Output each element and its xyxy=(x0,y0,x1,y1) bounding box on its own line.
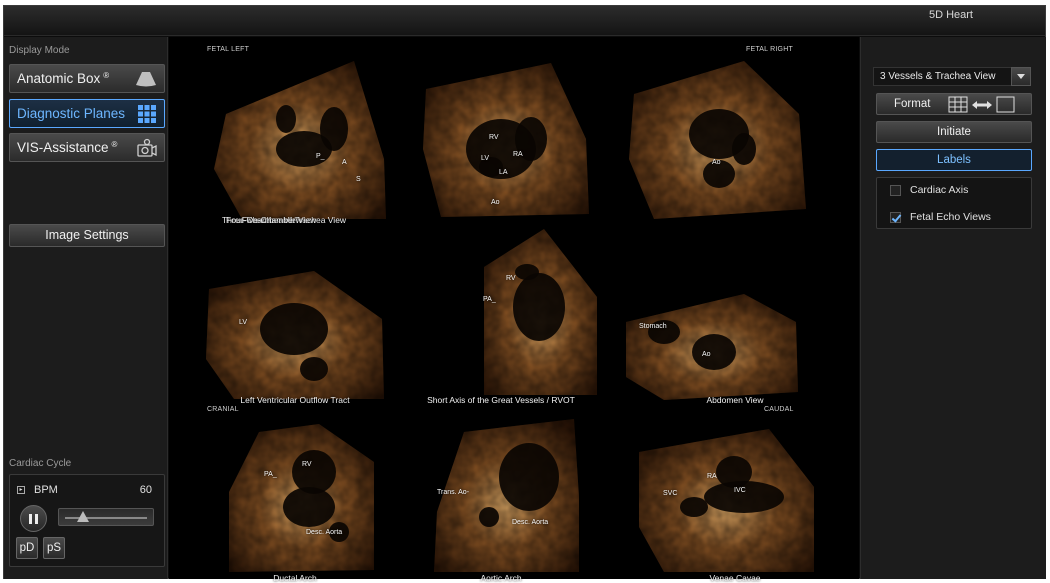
right-panel: 3 Vessels & Trachea View Format Initiate… xyxy=(860,37,1046,579)
ultrasound-image xyxy=(229,424,374,572)
app-window: 5D Heart Display Mode Anatomic Box ® Diag… xyxy=(3,5,1046,583)
cardiac-axis-option[interactable]: Cardiac Axis xyxy=(890,184,968,196)
title-bar: 5D Heart xyxy=(4,6,1045,36)
view-caption: Venae Cavae xyxy=(709,573,761,583)
anatomy-label: P_ xyxy=(316,153,325,160)
display-mode-label: Display Mode xyxy=(9,45,70,56)
mode-label: VIS-Assistance xyxy=(17,140,109,155)
pd-button[interactable]: pD xyxy=(16,537,38,559)
format-label: Format xyxy=(894,98,931,110)
anatomy-label: RV xyxy=(302,461,312,468)
ultrasound-fan-icon xyxy=(135,69,157,92)
fetal-left-label: FETAL LEFT xyxy=(207,46,250,53)
ps-button[interactable]: pS xyxy=(43,537,65,559)
ultrasound-pane[interactable] xyxy=(634,427,819,572)
mode-label: Anatomic Box xyxy=(17,71,101,86)
anatomy-label: Desc. Aorta xyxy=(306,529,343,536)
anatomy-label: RV xyxy=(489,134,499,141)
fetal-echo-option[interactable]: Fetal Echo Views xyxy=(890,211,991,223)
anatomy-label: S xyxy=(356,176,361,183)
camera-gear-icon xyxy=(135,138,157,162)
anatomy-label: LV xyxy=(239,319,248,326)
app-title: 5D Heart xyxy=(928,9,973,21)
ultrasound-pane[interactable] xyxy=(204,59,386,219)
bpm-label: BPM xyxy=(34,484,58,496)
view-caption: Aortic Arch xyxy=(480,573,522,583)
view-caption: Ductal Arch xyxy=(273,573,317,583)
cardiac-axis-checkbox[interactable] xyxy=(890,184,901,196)
anatomy-label: PA_ xyxy=(483,296,496,303)
ultrasound-image xyxy=(626,294,798,400)
single-layout-icon xyxy=(996,96,1015,113)
pause-button[interactable] xyxy=(20,505,47,532)
pause-icon xyxy=(35,513,38,524)
anatomic-box-button[interactable]: Anatomic Box ® xyxy=(9,64,165,93)
ultrasound-grid: FETAL LEFT FETAL RIGHT CRANIAL CAUDAL Th… xyxy=(169,37,859,583)
caudal-label: CAUDAL xyxy=(764,406,794,413)
bpm-row: ▸ BPM xyxy=(17,484,58,496)
anatomy-label: Ao xyxy=(491,199,500,206)
fetal-echo-label: Fetal Echo Views xyxy=(910,211,991,223)
vis-assistance-button[interactable]: VIS-Assistance ® xyxy=(9,133,165,162)
anatomy-label: IVC xyxy=(734,487,746,494)
ultrasound-image xyxy=(214,61,386,219)
registered-mark: ® xyxy=(111,140,118,149)
view-caption: Left Ventricular Outflow Tract xyxy=(240,395,350,405)
ultrasound-pane[interactable] xyxy=(421,59,591,219)
image-settings-button[interactable]: Image Settings xyxy=(9,224,165,247)
labels-button[interactable]: Labels xyxy=(876,149,1032,171)
cardiac-axis-label: Cardiac Axis xyxy=(910,184,969,196)
bpm-slider[interactable] xyxy=(58,508,154,526)
ultrasound-image xyxy=(206,271,384,399)
anatomy-label: A xyxy=(342,159,347,166)
expand-icon[interactable]: ▸ xyxy=(17,486,25,494)
anatomy-label: Stomach xyxy=(639,323,667,330)
grid-layout-icon xyxy=(948,96,968,113)
registered-mark: ® xyxy=(103,71,110,80)
ultrasound-image xyxy=(629,61,806,219)
mode-label: Diagnostic Planes xyxy=(17,106,126,121)
anatomy-label: Ao xyxy=(702,351,711,358)
cardiac-cycle-label: Cardiac Cycle xyxy=(9,458,72,469)
ultrasound-image xyxy=(639,429,814,572)
ultrasound-pane[interactable] xyxy=(624,292,799,402)
cranial-label: CRANIAL xyxy=(207,406,239,413)
chevron-down-icon[interactable] xyxy=(1011,67,1031,86)
pause-icon xyxy=(29,513,32,524)
ultrasound-image xyxy=(423,63,589,217)
diagnostic-planes-button[interactable]: Diagnostic Planes xyxy=(9,99,165,128)
ultrasound-pane[interactable] xyxy=(224,422,379,572)
anatomy-label: Trans. Ao- xyxy=(437,489,470,496)
label-options: Cardiac Axis Fetal Echo Views xyxy=(876,177,1032,229)
fetal-echo-checkbox[interactable] xyxy=(890,211,901,223)
fetal-right-label: FETAL RIGHT xyxy=(746,46,793,53)
anatomy-label: RV xyxy=(506,275,516,282)
anatomy-label: LA xyxy=(499,169,508,176)
ultrasound-pane[interactable] xyxy=(204,269,386,399)
anatomy-label: RA xyxy=(513,151,523,158)
anatomy-label: Ao xyxy=(712,159,721,166)
swap-arrow-icon xyxy=(972,100,992,109)
ultrasound-pane[interactable] xyxy=(479,227,599,397)
anatomy-label: SVC xyxy=(663,490,678,497)
anatomy-label: RA xyxy=(707,473,717,480)
initiate-button[interactable]: Initiate xyxy=(876,121,1032,143)
view-caption: Five-Chamber View xyxy=(241,215,317,225)
view-select[interactable]: 3 Vessels & Trachea View xyxy=(873,67,1025,86)
grid-icon xyxy=(137,104,157,127)
left-panel: Display Mode Anatomic Box ® Diagnostic Pl… xyxy=(4,37,168,579)
format-button[interactable]: Format xyxy=(876,93,1032,115)
ultrasound-pane[interactable] xyxy=(624,59,809,219)
view-caption: Short Axis of the Great Vessels / RVOT xyxy=(427,395,575,405)
anatomy-label: PA_ xyxy=(264,471,277,478)
anatomy-label: LV xyxy=(481,155,490,162)
ultrasound-image xyxy=(484,229,597,395)
view-caption: Abdomen View xyxy=(706,395,764,405)
anatomy-label: Desc. Aorta xyxy=(512,519,549,526)
slider-thumb[interactable] xyxy=(77,511,90,522)
cardiac-cycle-panel: ▸ BPM 60 pD pS xyxy=(9,474,165,567)
bpm-value: 60 xyxy=(139,484,152,496)
format-icons xyxy=(948,96,1015,113)
